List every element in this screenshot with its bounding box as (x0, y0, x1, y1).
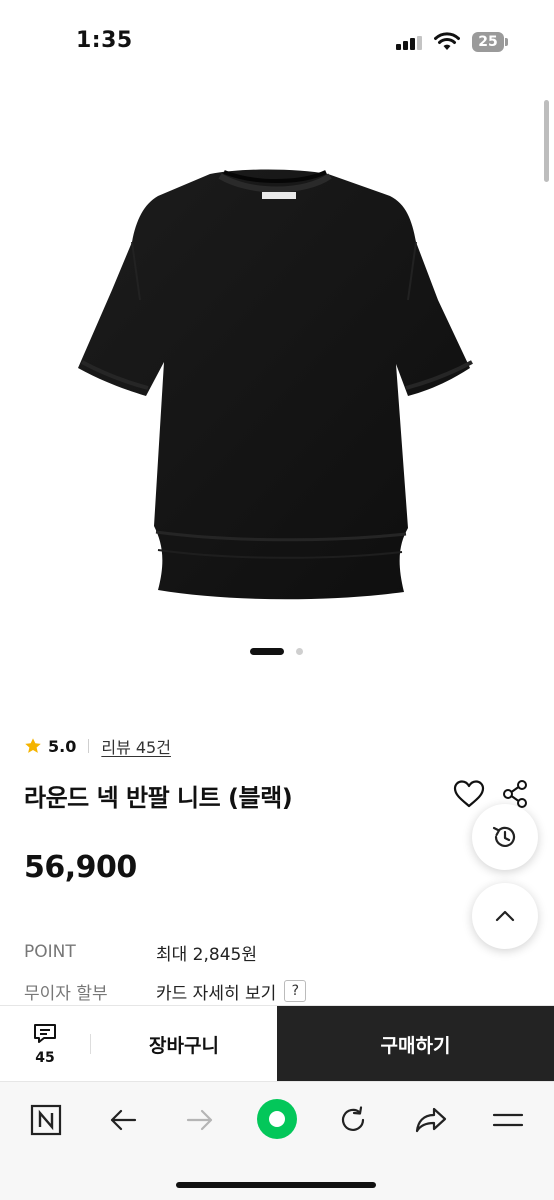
product-price: 56,900 (24, 850, 137, 885)
comment-icon (34, 1024, 56, 1043)
point-value: 최대 2,845원 (156, 944, 257, 965)
status-bar: 1:35 25 (0, 0, 554, 86)
installment-value[interactable]: 카드 자세히 보기 (156, 979, 276, 1004)
chevron-up-icon (495, 910, 515, 922)
home-indicator[interactable] (176, 1182, 376, 1188)
image-pagination (0, 648, 554, 656)
scroll-indicator[interactable] (544, 100, 549, 182)
divider (90, 1034, 91, 1054)
scroll-top-button[interactable] (472, 883, 538, 949)
comment-count: 45 (35, 1050, 55, 1066)
review-link[interactable]: 리뷰 45건 (101, 734, 171, 758)
buy-button[interactable]: 구매하기 (277, 1006, 554, 1082)
battery-icon: 25 (472, 32, 508, 52)
browser-nav-bar (0, 1081, 554, 1200)
menu-icon (492, 1113, 524, 1127)
status-time: 1:35 (76, 28, 133, 53)
menu-button[interactable] (488, 1100, 528, 1140)
pagination-dot-active[interactable] (250, 648, 284, 655)
cart-button[interactable]: 장바구니 (92, 1006, 276, 1082)
signal-icon (396, 36, 424, 50)
point-label: POINT (24, 942, 76, 962)
star-icon (25, 738, 41, 753)
purchase-bar: 45 장바구니 구매하기 (0, 1005, 554, 1082)
refresh-icon (341, 1106, 365, 1131)
forward-arrow-icon (186, 1109, 213, 1131)
heart-icon[interactable] (452, 778, 486, 810)
wifi-icon (434, 32, 460, 50)
installment-row: 무이자 할부 카드 자세히 보기 ? (24, 977, 307, 1005)
recent-history-button[interactable] (472, 804, 538, 870)
refresh-button[interactable] (333, 1100, 373, 1140)
product-title: 라운드 넥 반팔 니트 (블랙) (24, 784, 293, 812)
back-button[interactable] (103, 1100, 143, 1140)
forward-button[interactable] (180, 1100, 220, 1140)
naver-n-icon (30, 1104, 62, 1136)
share-page-button[interactable] (411, 1100, 451, 1140)
back-arrow-icon (110, 1109, 137, 1131)
help-button[interactable]: ? (284, 980, 307, 1002)
green-dot-icon (257, 1099, 297, 1139)
rating-separator (88, 739, 90, 753)
naver-home-button[interactable] (26, 1100, 66, 1140)
installment-label: 무이자 할부 (24, 983, 108, 1004)
share-arrow-icon (415, 1107, 447, 1133)
product-image[interactable] (60, 150, 494, 600)
rating-value: 5.0 (48, 736, 77, 756)
comment-button[interactable]: 45 (0, 1006, 90, 1082)
point-row: POINT 최대 2,845원 (24, 938, 257, 966)
history-icon (492, 826, 516, 847)
pagination-dot[interactable] (296, 648, 303, 655)
battery-level: 25 (472, 32, 504, 52)
green-dot-button[interactable] (254, 1096, 300, 1142)
rating-row: 5.0 리뷰 45건 (24, 734, 171, 758)
